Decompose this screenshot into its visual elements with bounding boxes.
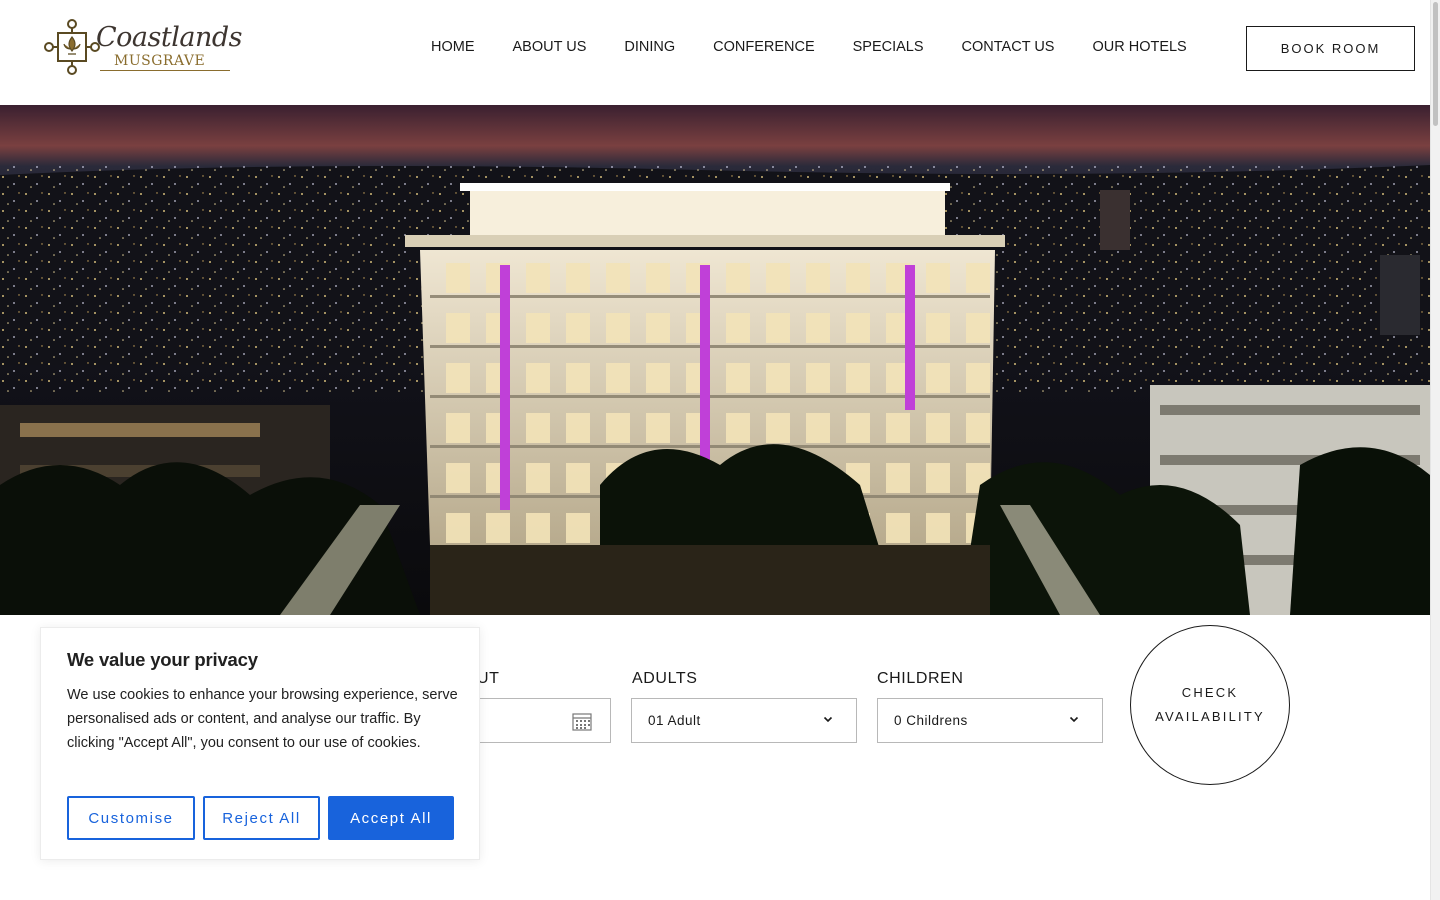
brand-logo[interactable]: Coastlands MUSGRAVE [44, 18, 242, 78]
nav-conference[interactable]: CONFERENCE [713, 39, 815, 59]
checkout-label: UT [477, 670, 500, 687]
site-header: Coastlands MUSGRAVE HOME ABOUT US DINING… [0, 0, 1430, 105]
cookie-consent-banner: We value your privacy We use cookies to … [40, 627, 480, 860]
hero-hotel-image [0, 105, 1430, 615]
adults-select[interactable]: 01 Adult [631, 698, 857, 743]
logo-rule [100, 70, 230, 71]
checkout-date-input[interactable] [478, 698, 611, 743]
nav-contact-us[interactable]: CONTACT US [962, 39, 1055, 59]
main-nav: HOME ABOUT US DINING CONFERENCE SPECIALS… [431, 39, 1225, 59]
logo-subtitle: MUSGRAVE [114, 53, 206, 69]
chevron-down-icon [823, 716, 833, 723]
accept-all-button[interactable]: Accept All [328, 796, 454, 840]
children-select[interactable]: 0 Childrens [877, 698, 1103, 743]
adults-value: 01 Adult [648, 713, 701, 728]
nav-home[interactable]: HOME [431, 39, 475, 59]
cookie-description: We use cookies to enhance your browsing … [67, 687, 458, 751]
check-availability-line1: CHECK [1181, 685, 1239, 700]
calendar-icon [572, 713, 592, 731]
nav-our-hotels[interactable]: OUR HOTELS [1092, 39, 1186, 59]
nav-specials[interactable]: SPECIALS [853, 39, 924, 59]
check-availability-line2: AVAILABILITY [1155, 709, 1265, 724]
book-room-button[interactable]: BOOK ROOM [1246, 26, 1415, 71]
children-label: CHILDREN [877, 670, 964, 687]
cookie-title: We value your privacy [67, 649, 258, 670]
scrollbar-thumb[interactable] [1433, 2, 1438, 126]
customise-button[interactable]: Customise [67, 796, 195, 840]
check-availability-button[interactable]: CHECK AVAILABILITY [1130, 625, 1290, 785]
logo-name: Coastlands [96, 22, 242, 53]
children-value: 0 Childrens [894, 713, 968, 728]
fleur-de-lis-logo-icon [44, 19, 100, 75]
adults-label: ADULTS [632, 670, 698, 687]
nav-about-us[interactable]: ABOUT US [513, 39, 587, 59]
reject-all-button[interactable]: Reject All [203, 796, 320, 840]
page-scrollbar[interactable] [1430, 0, 1440, 900]
chevron-down-icon [1069, 716, 1079, 723]
nav-dining[interactable]: DINING [624, 39, 675, 59]
